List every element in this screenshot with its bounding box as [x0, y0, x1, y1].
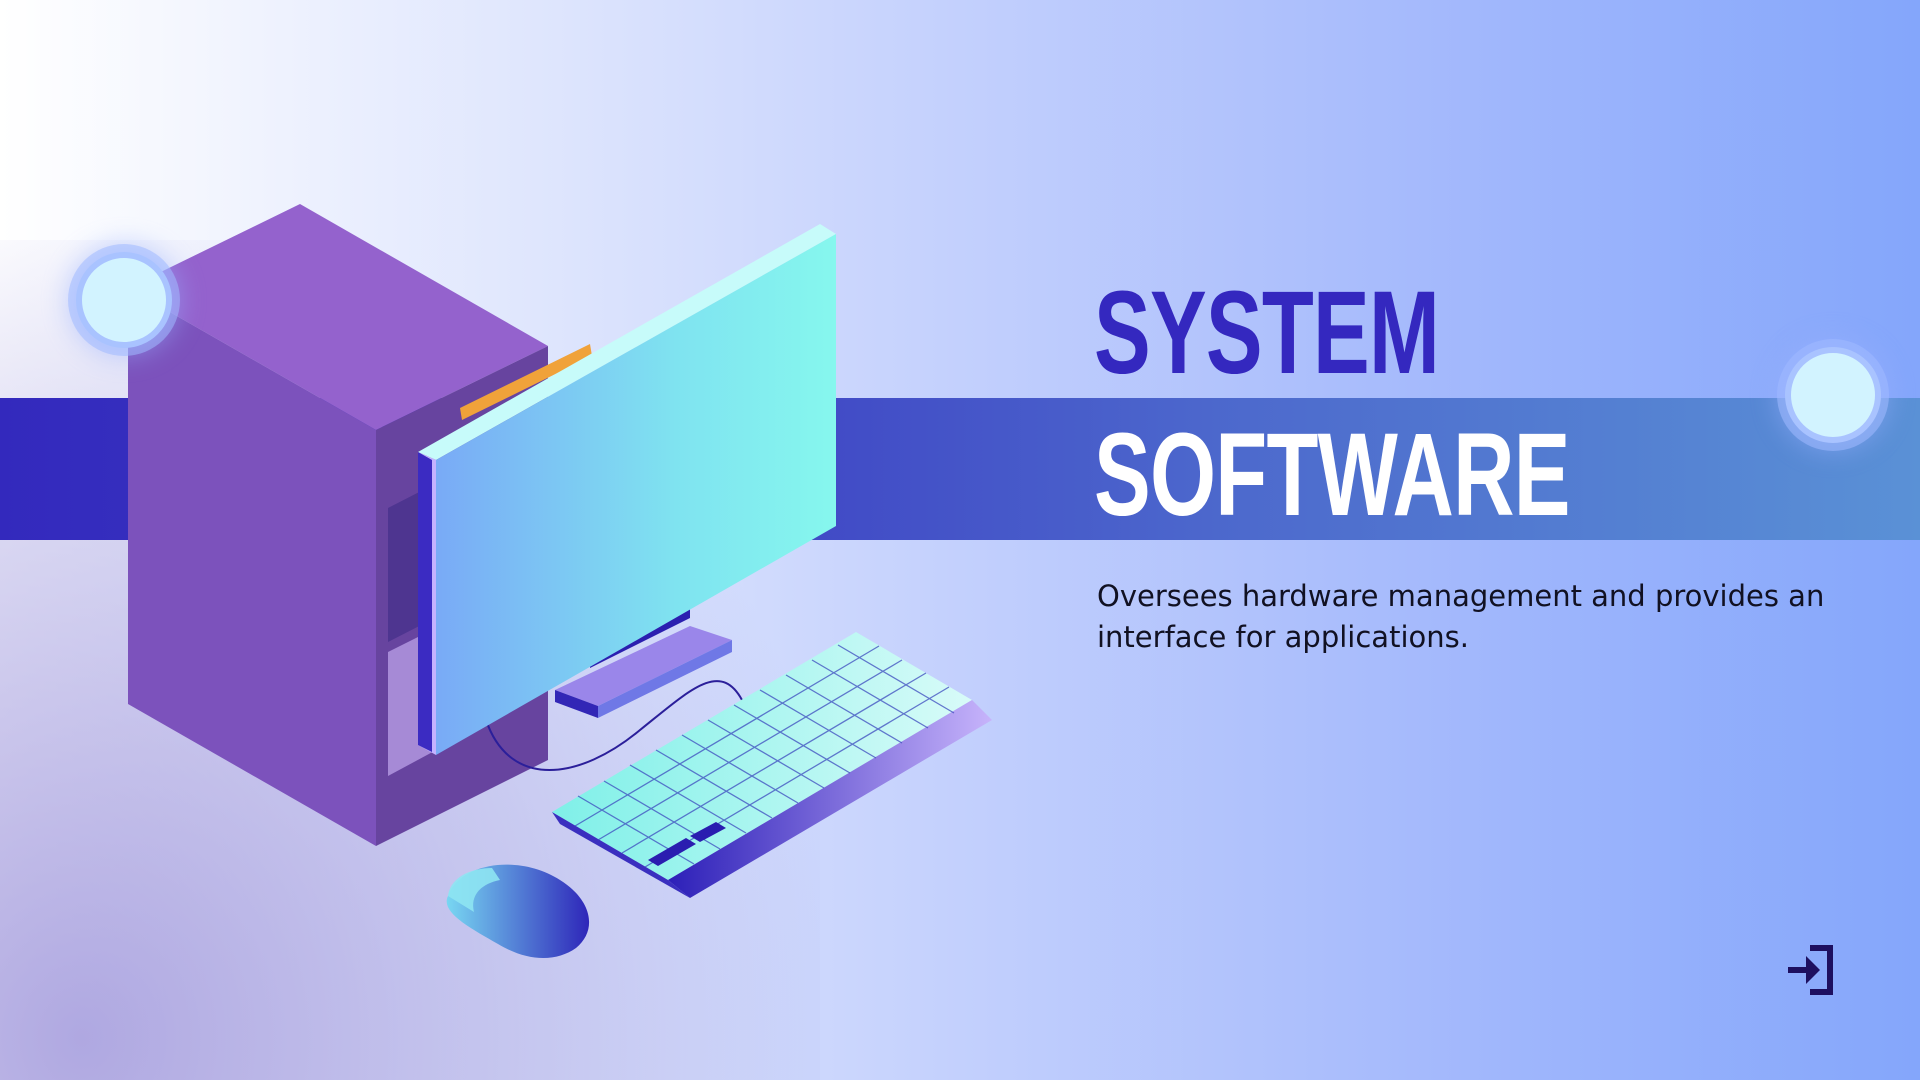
decorative-bubble-left — [76, 252, 172, 348]
title-line-software: SOFTWARE — [1094, 409, 1570, 541]
computer-illustration — [128, 204, 992, 959]
mouse — [446, 864, 590, 959]
exit-arrow-icon — [1788, 945, 1833, 995]
slide-description: Oversees hardware management and provide… — [1097, 579, 1825, 654]
exit-button[interactable] — [1786, 944, 1836, 996]
slide-title: SYSTEM SOFTWARE — [1094, 262, 1570, 546]
decorative-bubble-right — [1785, 347, 1881, 443]
title-line-system: SYSTEM — [1094, 267, 1440, 399]
